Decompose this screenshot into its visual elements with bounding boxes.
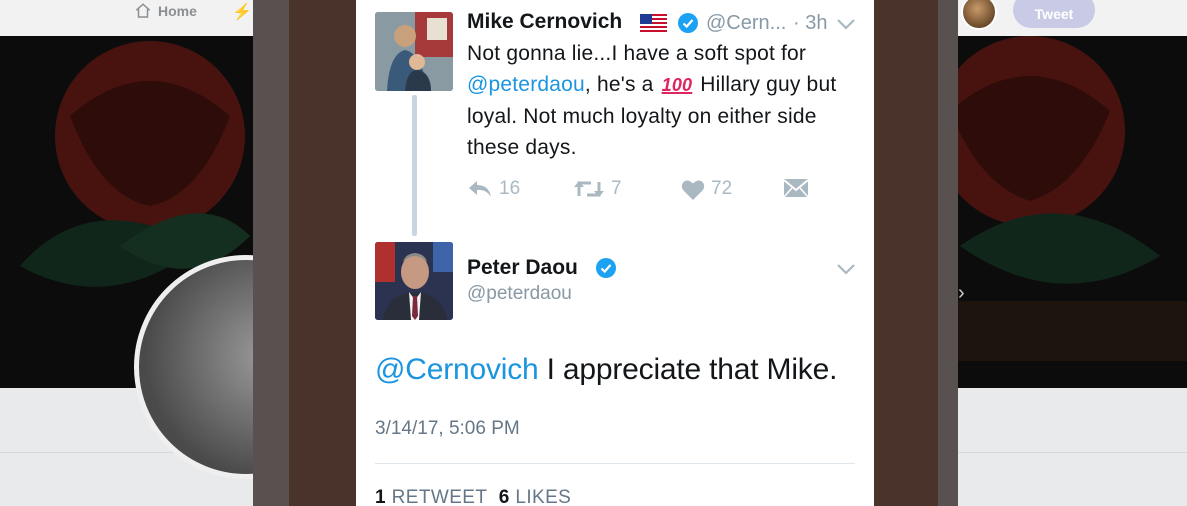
- reply-mention-link[interactable]: @Cernovich: [375, 353, 539, 386]
- parent-mention-link[interactable]: @peterdaou: [467, 73, 585, 96]
- heart-icon: [681, 180, 705, 200]
- reply-stats: 1 RETWEET 6 LIKES: [375, 487, 571, 506]
- stats-divider: [375, 463, 855, 464]
- reply-button[interactable]: 16: [467, 178, 520, 200]
- like-count: 72: [711, 178, 733, 199]
- peter-avatar: [375, 242, 453, 320]
- verified-badge-icon: [678, 13, 698, 33]
- reply-timestamp[interactable]: 3/14/17, 5:06 PM: [375, 418, 520, 440]
- like-total[interactable]: 6: [499, 487, 510, 506]
- media-modal-right-edge: [938, 0, 958, 506]
- parent-tweet-text: Not gonna lie...I have a soft spot for @…: [467, 38, 867, 163]
- direct-message-button[interactable]: [783, 178, 809, 198]
- account-avatar[interactable]: [961, 0, 997, 30]
- verified-badge-icon: [596, 258, 616, 278]
- hundred-points-emoji: 100: [661, 75, 693, 95]
- us-flag-icon: [640, 14, 667, 32]
- bolt-icon[interactable]: ⚡: [232, 2, 252, 22]
- retweet-icon: [574, 181, 604, 197]
- like-button[interactable]: 72: [681, 178, 732, 200]
- next-arrow-icon[interactable]: ›: [958, 282, 965, 305]
- reply-author-handle[interactable]: @peterdaou: [467, 283, 572, 305]
- chevron-down-icon[interactable]: [836, 17, 856, 31]
- nav-home-label: Home: [158, 3, 197, 19]
- tweet-screenshot-image: Mike Cernovich @Cern... · 3h Not gonna l…: [356, 0, 874, 506]
- thread-connector: [412, 95, 417, 236]
- parent-author-handle[interactable]: @Cern...: [706, 12, 786, 35]
- parent-author-name[interactable]: Mike Cernovich: [467, 10, 622, 34]
- reply-icon: [469, 181, 491, 197]
- like-total-label[interactable]: LIKES: [515, 487, 571, 506]
- home-icon: [135, 3, 151, 18]
- retweet-button[interactable]: 7: [573, 178, 622, 200]
- retweet-total-label[interactable]: RETWEET: [392, 487, 488, 506]
- reply-text-body: I appreciate that Mike.: [538, 353, 838, 386]
- parent-action-bar: 16 7 72: [467, 178, 827, 208]
- direct-message-icon: [783, 179, 809, 198]
- mike-avatar: [375, 12, 453, 91]
- reply-tweet-text: @Cernovich I appreciate that Mike.: [375, 353, 837, 387]
- reply-author-name[interactable]: Peter Daou: [467, 256, 578, 280]
- parent-time-ago[interactable]: · 3h: [793, 12, 827, 35]
- parent-text-line1: Not gonna lie...I have a soft spot for: [467, 42, 807, 65]
- nav-home[interactable]: Home: [134, 2, 197, 20]
- parent-text-after-mention: , he's a: [584, 73, 654, 96]
- chevron-down-icon[interactable]: [836, 262, 856, 276]
- media-modal-left-edge: [253, 0, 289, 506]
- tweet-button[interactable]: Tweet: [1013, 0, 1095, 28]
- retweet-count: 7: [611, 178, 622, 199]
- reply-count: 16: [499, 178, 521, 199]
- retweet-total[interactable]: 1: [375, 487, 386, 506]
